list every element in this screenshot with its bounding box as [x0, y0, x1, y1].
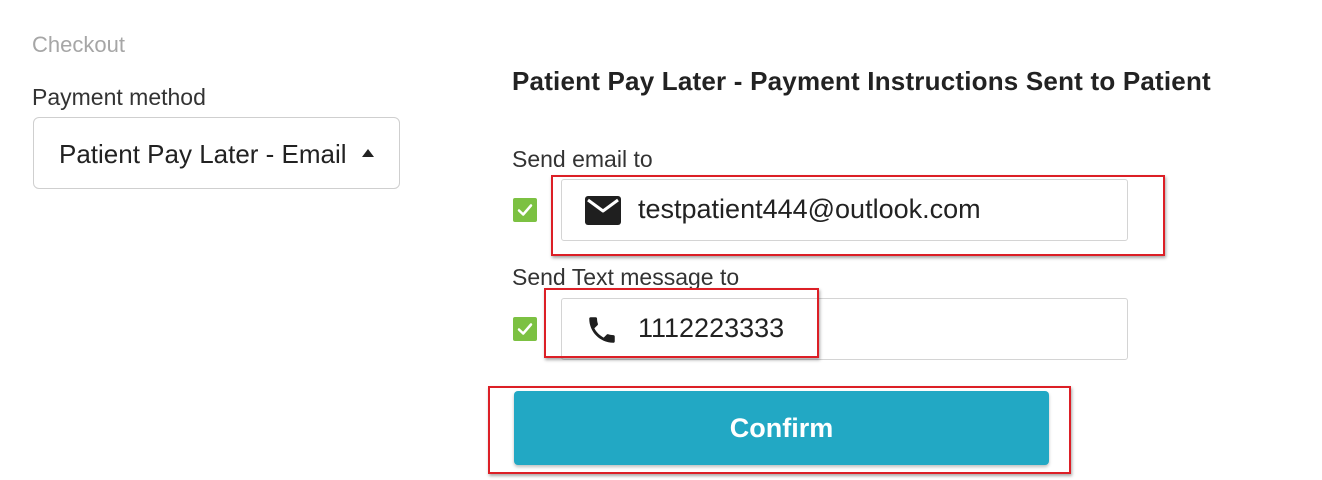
checkmark-icon [517, 204, 533, 216]
checkout-page: Checkout Payment method Patient Pay Late… [0, 0, 1322, 480]
payment-method-value: Patient Pay Later - Email [59, 139, 347, 169]
payment-method-label: Payment method [32, 84, 206, 110]
checkmark-icon [517, 323, 533, 335]
caret-up-icon [362, 149, 374, 157]
send-text-label: Send Text message to [512, 264, 740, 290]
email-highlight-box [551, 175, 1165, 256]
send-text-checkbox[interactable] [513, 317, 537, 341]
instructions-heading: Patient Pay Later - Payment Instructions… [512, 66, 1211, 96]
phone-highlight-box [544, 288, 819, 358]
confirm-highlight-box [488, 386, 1071, 474]
checkout-title: Checkout [32, 32, 125, 57]
payment-method-select[interactable]: Patient Pay Later - Email [33, 117, 400, 189]
send-email-label: Send email to [512, 146, 653, 172]
send-email-checkbox[interactable] [513, 198, 537, 222]
